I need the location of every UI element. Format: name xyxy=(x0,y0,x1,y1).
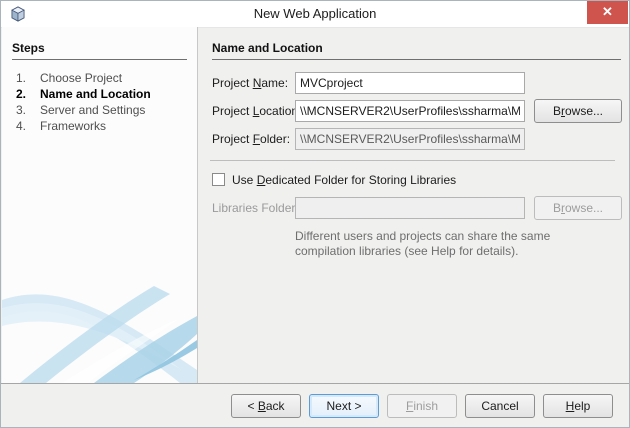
label-text: Project xyxy=(212,104,253,118)
next-button[interactable]: Next > xyxy=(309,393,379,418)
project-location-input[interactable] xyxy=(295,100,525,122)
step-name-and-location: 2. Name and Location xyxy=(2,86,197,102)
step-frameworks: 4. Frameworks xyxy=(2,118,197,134)
window-title: New Web Application xyxy=(253,6,377,21)
name-and-location-panel: Name and Location Project Name: Project … xyxy=(198,27,629,383)
label-text: Project xyxy=(212,132,253,146)
label-text: Project xyxy=(212,76,253,90)
step-number: 2. xyxy=(16,87,27,101)
project-name-input[interactable] xyxy=(295,72,525,94)
step-number: 1. xyxy=(16,71,27,85)
button-text: inish xyxy=(413,398,439,413)
project-location-row: Project Location: Browse... xyxy=(198,98,629,126)
button-text: B xyxy=(552,201,561,215)
cancel-button[interactable]: Cancel xyxy=(465,393,535,418)
section-separator xyxy=(210,160,615,161)
project-location-label: Project Location: xyxy=(212,104,301,118)
steps-list: 1. Choose Project 2. Name and Location 3… xyxy=(2,70,197,134)
step-choose-project: 1. Choose Project xyxy=(2,70,197,86)
back-button[interactable]: < Back xyxy=(231,393,301,418)
project-name-row: Project Name: xyxy=(198,70,629,98)
button-text: B xyxy=(552,104,561,118)
step-number: 4. xyxy=(16,119,27,133)
label-text: edicated Folder for Storing Libraries xyxy=(265,173,457,187)
browse-libraries-button: Browse... xyxy=(534,196,622,220)
libraries-folder-label: Libraries Folder: xyxy=(212,201,299,215)
label-text: Use xyxy=(232,173,257,187)
label-text: ame: xyxy=(261,76,289,90)
wizard-button-bar: < Back Next > Finish Cancel Help xyxy=(1,384,629,427)
step-number: 3. xyxy=(16,103,27,117)
project-name-label: Project Name: xyxy=(212,76,288,90)
project-folder-row: Project Folder: xyxy=(198,126,629,154)
step-label: Frameworks xyxy=(40,119,107,133)
label-text: older: xyxy=(260,132,291,146)
project-folder-field xyxy=(295,128,525,150)
step-label: Choose Project xyxy=(40,71,123,85)
step-label: Name and Location xyxy=(40,87,151,101)
close-button[interactable]: ✕ xyxy=(587,1,628,24)
hint-line-2: compilation libraries (see Help for deta… xyxy=(295,244,519,258)
panel-header: Name and Location xyxy=(212,41,621,60)
hint-line-1: Different users and projects can share t… xyxy=(295,229,551,243)
steps-panel: Steps 1. Choose Project 2. Name and Loca… xyxy=(2,27,198,383)
dedicated-folder-checkbox[interactable] xyxy=(212,173,225,186)
netbeans-swoosh-watermark xyxy=(2,286,197,383)
libraries-folder-field xyxy=(295,197,525,219)
step-label: Server and Settings xyxy=(40,103,146,117)
new-web-application-dialog: New Web Application ✕ Steps 1. Choose Pr… xyxy=(0,0,630,428)
help-button[interactable]: Help xyxy=(543,393,613,418)
steps-header: Steps xyxy=(12,41,187,60)
title-bar: New Web Application ✕ xyxy=(1,1,629,28)
dedicated-folder-label[interactable]: Use Dedicated Folder for Storing Librari… xyxy=(232,173,456,187)
button-text: Next > xyxy=(326,398,362,413)
button-text: owse... xyxy=(565,104,604,118)
button-text: ack xyxy=(265,398,285,413)
step-server-and-settings: 3. Server and Settings xyxy=(2,102,197,118)
project-folder-label: Project Folder: xyxy=(212,132,290,146)
button-text: owse... xyxy=(565,201,604,215)
finish-button: Finish xyxy=(387,393,457,418)
button-text: elp xyxy=(574,398,591,413)
label-mnemonic: F xyxy=(252,132,261,146)
libraries-folder-row: Libraries Folder: Browse... xyxy=(198,195,629,223)
dialog-content: Steps 1. Choose Project 2. Name and Loca… xyxy=(1,27,629,383)
button-text: < xyxy=(247,398,258,413)
button-mnemonic: B xyxy=(257,398,266,413)
project-form: Project Name: Project Location: Browse..… xyxy=(198,70,629,259)
libraries-hint: Different users and projects can share t… xyxy=(295,229,629,259)
button-text: Cancel xyxy=(481,398,519,413)
browse-location-button[interactable]: Browse... xyxy=(534,99,622,123)
dedicated-folder-row: Use Dedicated Folder for Storing Librari… xyxy=(198,171,629,193)
